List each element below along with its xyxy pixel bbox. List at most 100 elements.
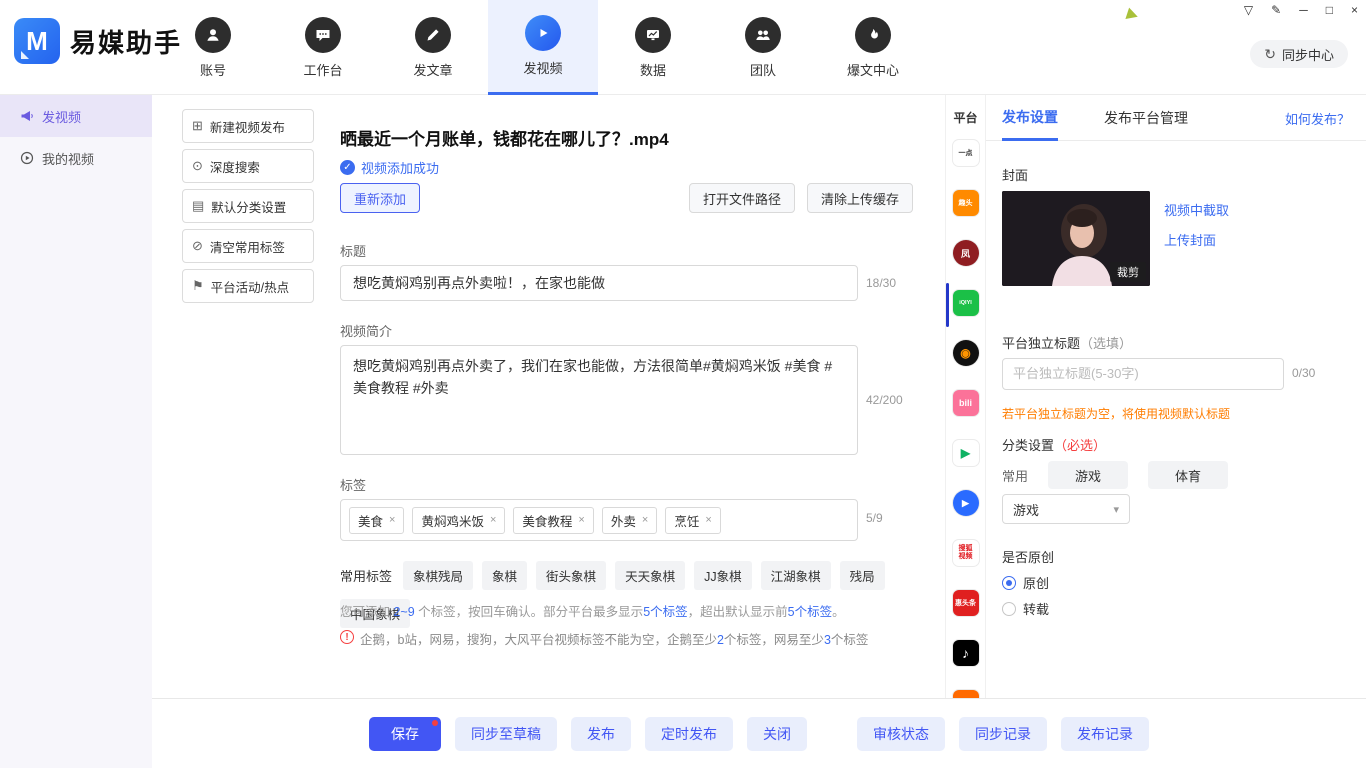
category-game-button[interactable]: 游戏 <box>1048 461 1128 489</box>
remove-tag-icon[interactable]: × <box>578 514 584 526</box>
publish-record-button[interactable]: 发布记录 <box>1061 717 1149 751</box>
platform-icon-qutoutiao[interactable]: 趣头 <box>953 190 979 216</box>
sync-icon: ↻ <box>1264 46 1276 63</box>
radio-repost-label: 转载 <box>1023 599 1049 618</box>
platform-icon-douyin[interactable]: ♪ <box>953 640 979 666</box>
remove-tag-icon[interactable]: × <box>389 514 395 526</box>
title-input[interactable]: 想吃黄焖鸡别再点外卖啦！，在家也能做 <box>340 265 858 301</box>
nav-item-publish-article[interactable]: 发文章 <box>378 0 488 95</box>
default-category-settings-button[interactable]: ▤ 默认分类设置 <box>182 189 314 223</box>
remove-tag-icon[interactable]: × <box>642 514 648 526</box>
action-label: 平台活动/热点 <box>211 277 289 296</box>
footer-bar: 保存 同步至草稿 发布 定时发布 关闭 审核状态 同步记录 发布记录 <box>152 698 1366 768</box>
platform-icon-haokan-video[interactable]: ▶ <box>953 490 979 516</box>
platform-icon-tencent-video[interactable]: ▶ <box>953 440 979 466</box>
platform-icon-bilibili[interactable]: bili <box>953 390 979 416</box>
radio-button[interactable] <box>1002 602 1016 616</box>
close-button[interactable]: × <box>1351 3 1358 17</box>
nav-item-publish-video[interactable]: 发视频 <box>488 0 598 95</box>
tags-input[interactable]: 美食× 黄焖鸡米饭× 美食教程× 外卖× 烹饪× <box>340 499 858 541</box>
sync-center-button[interactable]: ↻ 同步中心 <box>1250 40 1348 68</box>
common-tag[interactable]: JJ象棋 <box>694 561 752 590</box>
new-video-publish-button[interactable]: ⊞ 新建视频发布 <box>182 109 314 143</box>
video-status-text: 视频添加成功 <box>361 158 439 177</box>
minimize-button[interactable]: ─ <box>1299 3 1308 17</box>
crop-button[interactable]: 裁剪 <box>1110 262 1146 282</box>
nav-label: 发视频 <box>523 58 562 77</box>
sync-to-draft-button[interactable]: 同步至草稿 <box>455 717 557 751</box>
new-video-icon: ⊞ <box>192 118 203 134</box>
common-tag[interactable]: 象棋残局 <box>403 561 473 590</box>
check-icon: ✓ <box>340 160 355 175</box>
sidebar-item-my-videos[interactable]: 我的视频 <box>0 137 152 179</box>
tag-pill: 烹饪× <box>665 507 720 534</box>
category-select[interactable]: 游戏 ▾ <box>1002 494 1130 524</box>
user-icon <box>195 17 231 53</box>
independent-title-input[interactable]: 平台独立标题(5-30字) <box>1002 358 1284 390</box>
nav-item-workspace[interactable]: 工作台 <box>268 0 378 95</box>
capture-from-video-link[interactable]: 视频中截取 <box>1164 200 1229 219</box>
nav-item-hot-center[interactable]: 爆文中心 <box>818 0 928 95</box>
common-label: 常用 <box>1002 466 1028 485</box>
save-button[interactable]: 保存 <box>369 717 441 751</box>
remove-tag-icon[interactable]: × <box>705 514 711 526</box>
close-editor-button[interactable]: 关闭 <box>747 717 807 751</box>
open-file-path-button[interactable]: 打开文件路径 <box>689 183 795 213</box>
radio-repost[interactable]: 转载 <box>1002 599 1049 618</box>
cover-thumbnail[interactable]: 裁剪 <box>1002 191 1150 286</box>
platform-icon-sohu-video[interactable]: 搜狐 视频 <box>953 540 979 566</box>
common-tag[interactable]: 残局 <box>840 561 885 590</box>
nav-item-team[interactable]: 团队 <box>708 0 818 95</box>
platform-icon-huya[interactable]: ◉ <box>953 340 979 366</box>
tags-warning: ! 企鹅，b站，网易，搜狗，大风平台视频标签不能为空，企鹅至少2个标签，网易至少… <box>340 629 913 648</box>
video-status: ✓ 视频添加成功 <box>340 158 439 177</box>
maximize-button[interactable]: □ <box>1326 3 1333 17</box>
title-label: 标题 <box>340 241 366 260</box>
publish-button[interactable]: 发布 <box>571 717 631 751</box>
window-controls: ▽ ✎ ─ □ × <box>1244 3 1358 17</box>
schedule-publish-button[interactable]: 定时发布 <box>645 717 733 751</box>
platform-list: 一点 趣头 凤 iQIYI ◉ bili ▶ ▶ 搜狐 视频 惠头条 ♪ OO <box>946 140 985 698</box>
remove-tag-icon[interactable]: × <box>490 514 496 526</box>
nav-label: 工作台 <box>303 60 342 79</box>
platform-header: 平台 <box>946 109 985 126</box>
review-status-button[interactable]: 审核状态 <box>857 717 945 751</box>
tab-publish-settings[interactable]: 发布设置 <box>1002 95 1058 141</box>
platform-activity-button[interactable]: ⚑ 平台活动/热点 <box>182 269 314 303</box>
sidebar-item-publish-video[interactable]: 发视频 <box>0 95 152 137</box>
upload-cover-link[interactable]: 上传封面 <box>1164 230 1216 249</box>
description-counter: 42/200 <box>866 393 903 407</box>
nav-item-data[interactable]: 数据 <box>598 0 708 95</box>
platform-icon-yidian[interactable]: 一点 <box>953 140 979 166</box>
sync-center-label: 同步中心 <box>1282 45 1334 64</box>
how-to-publish-link[interactable]: 如何发布？ <box>1285 95 1350 141</box>
tab-platform-manage[interactable]: 发布平台管理 <box>1104 95 1188 141</box>
tags-hint: 您可添加 2~9 个标签，按回车确认。部分平台最多显示5个标签，超出默认显示前5… <box>340 601 913 620</box>
deep-search-button[interactable]: ⊙ 深度搜索 <box>182 149 314 183</box>
sync-record-button[interactable]: 同步记录 <box>959 717 1047 751</box>
platform-icon-huitoutiao[interactable]: 惠头条 <box>953 590 979 616</box>
platform-icon-ifeng[interactable]: 凤 <box>953 240 979 266</box>
platform-icon-iqiyi[interactable]: iQIYI <box>953 290 979 316</box>
independent-title-label: 平台独立标题（选填） <box>1002 333 1132 352</box>
clear-common-tags-button[interactable]: ⊘ 清空常用标签 <box>182 229 314 263</box>
common-tag[interactable]: 街头象棋 <box>536 561 606 590</box>
common-tag[interactable]: 象棋 <box>482 561 527 590</box>
radio-original[interactable]: 原创 <box>1002 573 1049 592</box>
common-tag[interactable]: 江湖象棋 <box>761 561 831 590</box>
action-label: 清空常用标签 <box>210 237 285 256</box>
description-input[interactable]: 想吃黄焖鸡别再点外卖了，我们在家也能做，方法很简单#黄焖鸡米饭 #美食 #美食教… <box>340 345 858 455</box>
search-icon: ⊙ <box>192 158 203 174</box>
radio-button-checked[interactable] <box>1002 576 1016 590</box>
tag-label: 美食 <box>358 511 383 530</box>
nav-item-account[interactable]: 账号 <box>158 0 268 95</box>
common-tag[interactable]: 天天象棋 <box>615 561 685 590</box>
edit-icon[interactable]: ✎ <box>1271 3 1281 17</box>
filter-icon[interactable]: ▽ <box>1244 3 1253 17</box>
clear-upload-cache-button[interactable]: 清除上传缓存 <box>807 183 913 213</box>
readd-video-button[interactable]: 重新添加 <box>340 183 420 213</box>
platform-icon-doupai[interactable]: OO <box>953 690 979 698</box>
common-categories-row: 常用 游戏 体育 <box>1002 461 1228 489</box>
category-sports-button[interactable]: 体育 <box>1148 461 1228 489</box>
play-circle-icon <box>20 151 34 165</box>
